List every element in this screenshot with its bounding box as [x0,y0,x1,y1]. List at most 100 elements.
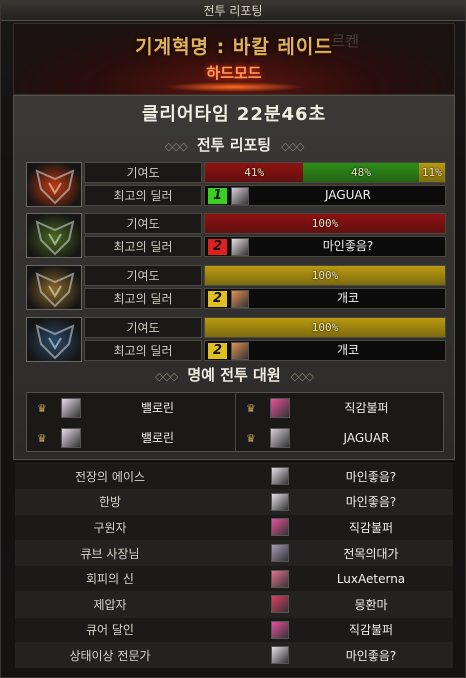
contribution-segment: 11% [418,163,445,182]
contribution-bar: 100% [204,265,446,286]
battle-report-heading-text: 전투 리포팅 [196,136,272,154]
window-title: 전투 리포팅 [1,1,465,21]
contribution-segment: 100% [205,266,445,285]
boss-row: 기여도 최고의 딜러 41% 48% 11% 1 JAGUAR [26,162,446,207]
ornament-left-icon: ◇◇◇ [154,370,178,383]
award-avatar [271,646,289,665]
dealer-rank-badge: 2 [208,239,227,255]
contribution-label: 기여도 [84,213,202,234]
member-avatar [61,428,81,448]
honor-member[interactable]: ♛ 밸로린 [27,395,234,422]
raid-banner: 르켄 기계혁명 : 바칼 레이드 하드모드 [13,23,455,95]
dealer-rank-badge: 1 [208,188,227,204]
honor-heading-text: 명예 전투 대원 [187,366,281,384]
award-winner-name: 마인좋음? [345,648,397,663]
boss-stats: 기여도 최고의 딜러 100% 2 마인좋음? [84,213,446,258]
dealer-name: 개코 [336,343,360,357]
contribution-bar: 41% 48% 11% [204,162,446,183]
top-dealer[interactable]: 2 개코 [204,340,446,361]
award-avatar [271,467,289,486]
honor-heading: ◇◇◇ 명예 전투 대원 ◇◇◇ [14,364,454,386]
honor-divider [235,393,236,451]
award-winner-name: 마인좋음? [345,495,397,510]
top-dealer[interactable]: 1 JAGUAR [204,185,446,206]
award-row[interactable]: 한방 마인좋음? [15,488,453,515]
raid-mode: 하드모드 [206,64,262,82]
contribution-segment: 41% [205,163,304,182]
boss-gold-icon [26,265,82,310]
honor-member-grid: ♛ 밸로린 ♛ 직감불퍼 ♛ 밸로린 ♛ JAGUAR [26,392,444,452]
award-avatar [271,492,289,511]
top-dealer[interactable]: 2 개코 [204,288,446,309]
boss-blue-icon [26,317,82,362]
honor-member[interactable]: ♛ JAGUAR [236,425,443,452]
honor-member[interactable]: ♛ 밸로린 [27,425,234,452]
award-winner-name: LuxAeterna [336,571,406,586]
dealer-rank-badge: 2 [208,291,227,307]
contribution-label: 기여도 [84,317,202,338]
award-avatar [271,620,289,639]
award-avatar [271,569,289,588]
member-name: 직감불퍼 [344,401,389,415]
award-row[interactable]: 제압자 몽환마 [15,590,453,617]
award-title: 큐브 사장님 [80,546,140,561]
award-title: 큐어 달인 [86,623,134,638]
contribution-label: 기여도 [84,265,202,286]
award-title: 전장의 에이스 [74,469,146,484]
boss-green-icon [26,213,82,258]
member-avatar [270,428,290,448]
honor-member[interactable]: ♛ 직감불퍼 [236,395,443,422]
award-row[interactable]: 회피의 신 LuxAeterna [15,565,453,591]
crown-icon: ♛ [37,432,47,445]
award-title: 회피의 신 [86,572,134,587]
boss-stats: 기여도 최고의 딜러 41% 48% 11% 1 JAGUAR [84,162,446,207]
member-avatar [61,398,81,418]
crown-icon: ♛ [246,432,256,445]
award-avatar [271,595,289,614]
dealer-rank-badge: 2 [208,343,227,359]
top-dealer-label: 최고의 딜러 [84,185,202,206]
award-winner-name: 몽환마 [354,597,388,612]
award-row[interactable]: 큐브 사장님 전목의대가 [15,539,453,566]
award-title: 구원자 [93,520,127,535]
award-avatar [271,518,289,537]
dealer-avatar [231,238,249,256]
raid-title: 기계혁명 : 바칼 레이드 [135,36,333,58]
award-title: 제압자 [93,597,127,612]
award-row[interactable]: 구원자 직감불퍼 [15,514,453,540]
boss-flame-icon [26,162,82,207]
contribution-bar: 100% [204,213,446,234]
award-winner-name: 전목의대가 [343,546,399,561]
member-name: 밸로린 [140,401,175,415]
report-panel: 클리어타임 22분46초 ◇◇◇ 전투 리포팅 ◇◇◇ 기여도 최고의 딜러 41% 48… [13,95,455,460]
top-dealer[interactable]: 2 마인좋음? [204,236,446,257]
dealer-avatar [231,290,249,308]
ornament-right-icon: ◇◇◇ [290,370,314,383]
award-title: 한방 [98,495,122,510]
dealer-name: 개코 [336,291,360,305]
award-winner-name: 직감불퍼 [348,623,394,638]
ornament-left-icon: ◇◇◇ [164,140,187,153]
award-avatar [271,544,289,563]
top-dealer-label: 최고의 딜러 [84,236,202,257]
boss-stats: 기여도 최고의 딜러 100% 2 개코 [84,317,446,362]
dealer-name: 마인좋음? [322,239,374,253]
contribution-bar: 100% [204,317,446,338]
boss-stats: 기여도 최고의 딜러 100% 2 개코 [84,265,446,310]
ornament-right-icon: ◇◇◇ [281,140,304,153]
dealer-name: JAGUAR [325,188,371,202]
award-winner-name: 직감불퍼 [348,520,394,535]
contribution-segment: 100% [205,214,445,233]
award-row[interactable]: 상태이상 전문가 마인좋음? [15,642,453,668]
award-winner-name: 마인좋음? [345,469,397,484]
award-row[interactable]: 큐어 달인 직감불퍼 [15,616,453,643]
award-row[interactable]: 전장의 에이스 마인좋음? [15,463,453,489]
contribution-segment: 48% [303,163,419,182]
contribution-segment: 100% [205,318,445,337]
award-list: 전장의 에이스 마인좋음? 한방 마인좋음? 구원자 직감불퍼 큐브 사장님 전목의대가 회피의… [15,463,453,668]
dealer-avatar [231,342,249,360]
crown-icon: ♛ [246,402,256,415]
contribution-label: 기여도 [84,162,202,183]
member-name: 밸로린 [140,431,175,445]
boss-row: 기여도 최고의 딜러 100% 2 개코 [26,317,446,362]
